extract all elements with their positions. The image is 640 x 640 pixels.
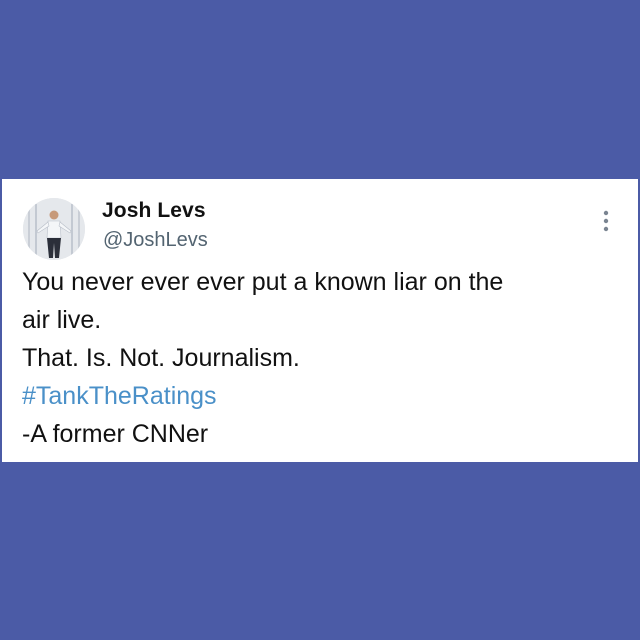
avatar[interactable] (23, 198, 85, 260)
page: Josh Levs @JoshLevs You never ever ever … (0, 0, 640, 640)
tweet-text-line: air live. (22, 306, 102, 334)
more-vertical-icon (603, 210, 609, 232)
more-options-button[interactable] (598, 209, 614, 233)
tweet-card: Josh Levs @JoshLevs You never ever ever … (2, 179, 638, 462)
tweet-text-line: You never ever ever put a known liar on … (22, 268, 504, 296)
hashtag-link[interactable]: #TankTheRatings (22, 382, 217, 410)
author-display-name[interactable]: Josh Levs (102, 199, 206, 223)
tweet-text-line: That. Is. Not. Journalism. (22, 344, 300, 372)
tweet-signoff: -A former CNNer (22, 420, 209, 448)
tweet-text: You never ever ever put a known liar on … (22, 263, 622, 453)
tweet-hashtag-line: #TankTheRatings (22, 377, 622, 415)
author-handle[interactable]: @JoshLevs (103, 229, 208, 252)
